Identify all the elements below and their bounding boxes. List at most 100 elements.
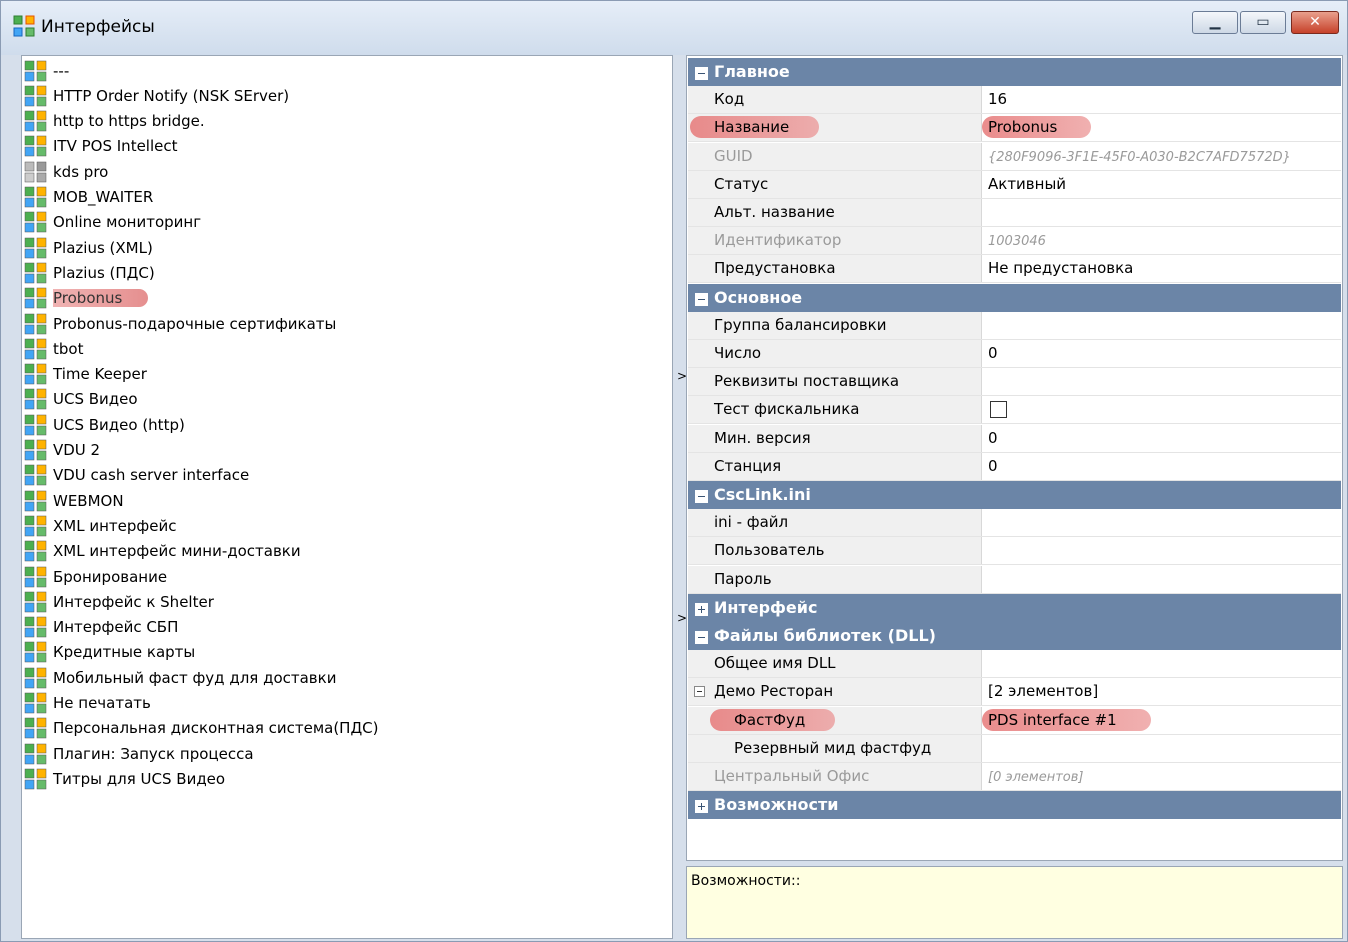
property-value[interactable]: 0 [983, 425, 1341, 452]
property-row[interactable]: Название Probonus [688, 114, 1341, 143]
property-row[interactable]: Группа балансировки [688, 311, 1341, 340]
tree-item[interactable]: Интерфейс к Shelter [24, 589, 214, 614]
category-header[interactable]: Интерфейс [688, 593, 1341, 622]
tree-item[interactable]: XML интерфейс [24, 513, 176, 538]
tree-item[interactable]: Кредитные карты [24, 640, 195, 665]
property-row[interactable]: Тест фискальника [688, 396, 1341, 425]
property-value[interactable] [983, 566, 1341, 593]
expand-icon[interactable] [695, 800, 708, 814]
property-row[interactable]: Центральный Офис [0 элементов] [688, 763, 1341, 791]
tree-item[interactable]: kds pro [24, 159, 108, 184]
property-value[interactable] [983, 537, 1341, 564]
tree-item[interactable]: ITV POS Intellect [24, 134, 178, 159]
tree-item-label: kds pro [53, 162, 109, 181]
tree-item[interactable]: HTTP Order Notify (NSK SErver) [24, 83, 289, 108]
property-row[interactable]: GUID {280F9096-3F1E-45F0-A030-B2C7AFD7572… [688, 142, 1341, 171]
tree-item[interactable]: Plazius (ПДС) [24, 260, 155, 285]
property-row[interactable]: Альт. название [688, 199, 1341, 227]
tree-item[interactable]: Plazius (XML) [24, 235, 153, 260]
property-value[interactable] [983, 199, 1341, 226]
category-header[interactable]: Главное [688, 58, 1341, 86]
property-value[interactable]: 0 [983, 340, 1341, 367]
tree-item[interactable]: WEBMON [24, 488, 124, 513]
property-value[interactable]: 1003046 [983, 227, 1341, 254]
tree-item[interactable]: Не печатать [24, 691, 151, 716]
property-row[interactable]: Демо Ресторан [2 элементов] [688, 678, 1341, 707]
interface-icon [24, 768, 50, 790]
property-value[interactable] [983, 509, 1341, 536]
checkbox[interactable] [990, 401, 1007, 419]
category-header[interactable]: Возможности [688, 791, 1341, 820]
property-name-label: ini - файл [714, 513, 789, 532]
property-row[interactable]: Число 0 [688, 340, 1341, 368]
tree-item[interactable]: Титры для UCS Видео [24, 766, 225, 791]
property-value[interactable]: [0 элементов] [983, 763, 1341, 790]
tree-item[interactable]: Мобильный фаст фуд для доставки [24, 665, 336, 690]
expand-icon[interactable] [695, 602, 708, 616]
tree-item[interactable]: Probonus-подарочные сертификаты [24, 311, 336, 336]
collapse-icon[interactable] [695, 67, 708, 80]
tree-item[interactable]: MOB_WAITER [24, 185, 153, 210]
property-value[interactable]: PDS interface #1 [982, 707, 1341, 734]
tree-item-label: XML интерфейс мини-доставки [53, 542, 301, 561]
collapse-icon[interactable] [694, 686, 705, 698]
property-value[interactable]: 16 [983, 86, 1341, 113]
property-row[interactable]: Пароль [688, 565, 1341, 594]
tree-item[interactable]: Интерфейс СБП [24, 615, 178, 640]
tree-item[interactable]: XML интерфейс мини-доставки [24, 539, 301, 564]
interface-icon [24, 717, 50, 739]
tree-item[interactable]: Probonus [24, 286, 149, 311]
tree-item[interactable]: Time Keeper [24, 362, 147, 387]
property-row[interactable]: Код 16 [688, 86, 1341, 115]
interface-tree[interactable]: --- HTTP Order Notify (NSK SErver) http to… [21, 55, 673, 939]
property-row[interactable]: ini - файл [688, 509, 1341, 538]
property-row[interactable]: ФастФуд PDS interface #1 [688, 706, 1341, 735]
property-value[interactable]: Активный [983, 171, 1341, 198]
property-row[interactable]: Статус Активный [688, 170, 1341, 199]
property-row[interactable]: Общее имя DLL [688, 650, 1341, 679]
collapse-icon[interactable] [695, 631, 708, 644]
tree-item[interactable]: Бронирование [24, 564, 167, 589]
property-value[interactable] [983, 312, 1341, 339]
tree-item[interactable]: http to https bridge. [24, 109, 205, 134]
collapse-icon[interactable] [695, 490, 708, 503]
maximize-icon: ▭ [1256, 14, 1270, 30]
tree-item[interactable]: UCS Видео [24, 387, 138, 412]
property-row[interactable]: Резервный мид фастфуд [688, 734, 1341, 763]
property-value[interactable]: [2 элементов] [983, 678, 1341, 705]
category-header[interactable]: Файлы библиотек (DLL) [688, 622, 1341, 650]
property-row[interactable]: Идентификатор 1003046 [688, 227, 1341, 256]
tree-item[interactable]: Персональная дисконтная система(ПДС) [24, 716, 379, 741]
property-row[interactable]: Пользователь [688, 537, 1341, 566]
property-row[interactable]: Реквизиты поставщика [688, 368, 1341, 397]
tree-item[interactable]: VDU 2 [24, 438, 100, 463]
category-label: Интерфейс [714, 597, 818, 617]
property-grid[interactable]: Главное Код 16 Название Probonus GUID {280F909… [686, 55, 1343, 861]
splitter[interactable]: > > [673, 55, 687, 939]
minimize-button[interactable]: ▁ [1192, 11, 1238, 34]
property-row[interactable]: Станция 0 [688, 452, 1341, 481]
property-value[interactable] [983, 368, 1341, 395]
tree-item-label: UCS Видео (http) [53, 415, 185, 434]
property-value[interactable]: {280F9096-3F1E-45F0-A030-B2C7AFD7572D} [983, 143, 1341, 170]
collapse-icon[interactable] [695, 292, 708, 306]
category-header[interactable]: Основное [688, 283, 1341, 312]
tree-item[interactable]: tbot [24, 336, 83, 361]
property-row[interactable]: Предустановка Не предустановка [688, 255, 1341, 284]
property-value[interactable] [983, 735, 1341, 762]
category-header[interactable]: CscLink.ini [688, 481, 1341, 509]
tree-item[interactable]: Online мониторинг [24, 210, 201, 235]
tree-item-label: Кредитные карты [53, 643, 196, 662]
property-value[interactable] [983, 650, 1341, 677]
property-value[interactable] [983, 396, 1341, 423]
tree-item[interactable]: VDU cash server interface [24, 463, 249, 488]
close-button[interactable]: ✕ [1291, 11, 1339, 34]
tree-item[interactable]: Плагин: Запуск процесса [24, 741, 254, 766]
property-value[interactable]: 0 [983, 453, 1341, 480]
property-value[interactable]: Probonus [982, 114, 1341, 141]
tree-item[interactable]: --- [24, 58, 69, 83]
property-row[interactable]: Мин. версия 0 [688, 424, 1341, 453]
property-value[interactable]: Не предустановка [983, 255, 1341, 282]
maximize-button[interactable]: ▭ [1240, 11, 1286, 34]
tree-item[interactable]: UCS Видео (http) [24, 412, 185, 437]
